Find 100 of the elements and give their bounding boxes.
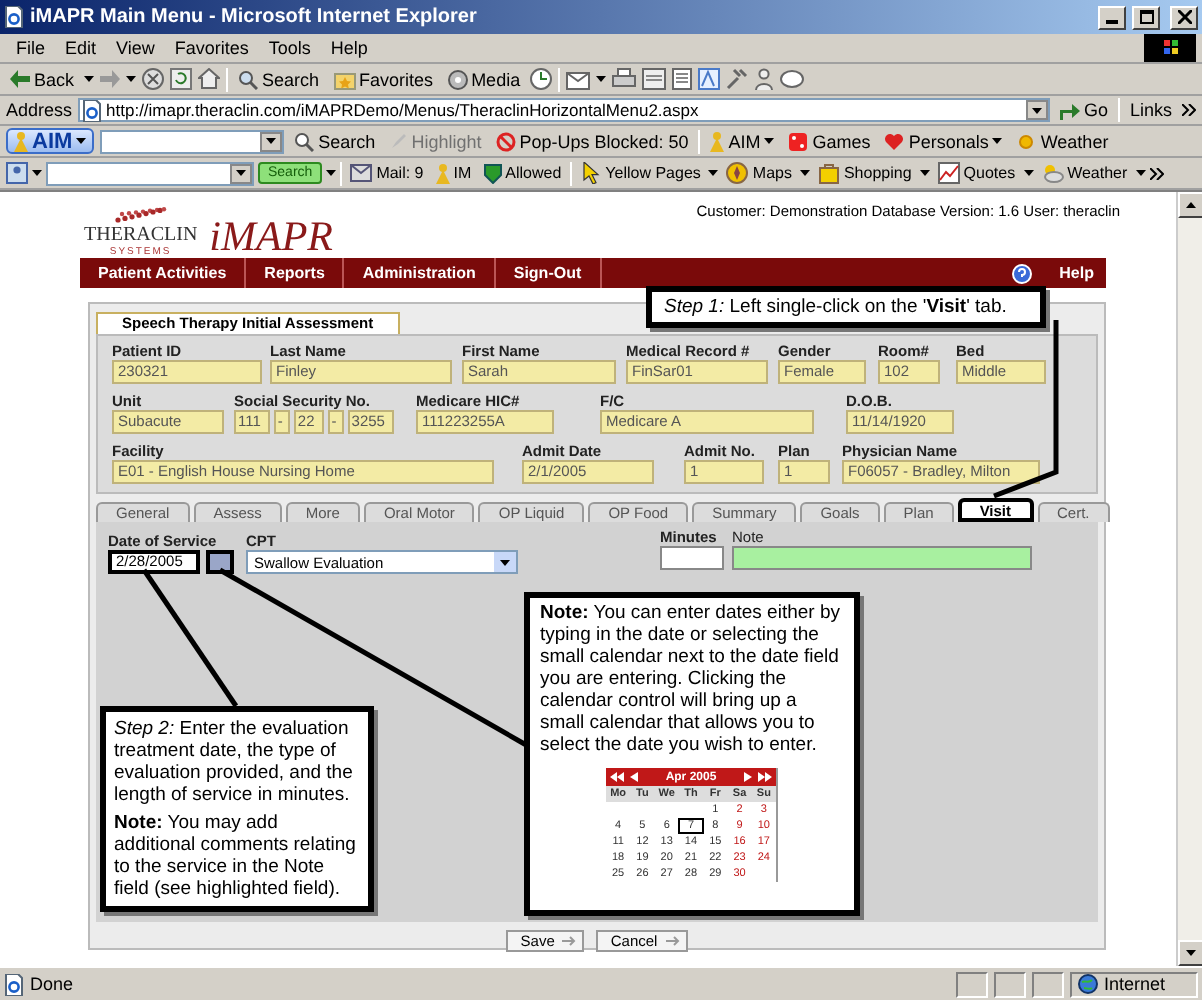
nav-menu-item[interactable]: Reports	[246, 258, 345, 288]
home-icon[interactable]	[198, 68, 221, 90]
im-button[interactable]: IM	[431, 163, 476, 183]
messenger-icon[interactable]	[754, 68, 775, 90]
allowed-button[interactable]: Allowed	[479, 163, 566, 183]
games-button[interactable]: Games	[784, 131, 875, 151]
menu-item[interactable]: Favorites	[164, 38, 259, 58]
up-arrow-icon	[1186, 202, 1196, 208]
dropdown-caret-icon[interactable]	[799, 170, 810, 176]
back-arrow-icon	[10, 70, 30, 88]
aim-menu-button[interactable]: AIM	[706, 131, 779, 151]
arrow-icon	[665, 936, 680, 946]
status-pane	[1032, 971, 1064, 997]
dropdown-caret-icon[interactable]	[708, 170, 719, 176]
dropdown-caret-icon	[500, 559, 510, 565]
double-left-arrow-icon[interactable]	[610, 772, 624, 782]
logo-brand: THERACLIN	[84, 226, 198, 246]
refresh-icon[interactable]	[170, 68, 193, 90]
bag-icon	[817, 162, 840, 184]
dropdown-caret-icon[interactable]	[1023, 170, 1034, 176]
nav-menu-item[interactable]: Administration	[344, 258, 496, 288]
dropdown-caret-icon	[764, 138, 775, 144]
calendar-button[interactable]	[206, 550, 234, 574]
right-arrow-icon[interactable]	[743, 772, 752, 782]
search-button[interactable]: Search	[290, 131, 380, 151]
minimize-button[interactable]	[1098, 5, 1126, 29]
maximize-icon	[1139, 10, 1153, 24]
logo-dots-icon	[112, 206, 169, 226]
menu-item[interactable]: Edit	[55, 38, 107, 58]
weather-button[interactable]: Weather	[1037, 162, 1132, 184]
aim-logo-icon[interactable]	[6, 162, 28, 184]
help-link[interactable]: Help	[1059, 264, 1094, 282]
status-pane	[956, 971, 988, 997]
person-icon	[710, 131, 725, 151]
dropdown-caret-icon[interactable]	[1135, 170, 1146, 176]
aim-button[interactable]: AIM	[6, 128, 95, 154]
dropdown-caret-icon[interactable]	[32, 170, 42, 176]
menu-item[interactable]: Tools	[258, 38, 321, 58]
directory-button[interactable]: Yellow Pages	[575, 162, 705, 184]
minutes-field[interactable]	[660, 546, 724, 570]
mail-icon[interactable]	[566, 69, 591, 89]
quotes-button[interactable]: Quotes	[933, 162, 1020, 184]
person-icon	[14, 131, 28, 151]
help-icon[interactable]	[1011, 263, 1032, 283]
dropdown-caret-icon[interactable]	[326, 170, 337, 176]
print-icon[interactable]	[612, 68, 637, 90]
note-field[interactable]	[732, 546, 1032, 570]
menu-item[interactable]: View	[106, 38, 165, 58]
search-button[interactable]: Search	[234, 69, 324, 89]
links-button[interactable]: Links	[1125, 100, 1176, 120]
dropdown-caret-icon[interactable]	[126, 76, 137, 82]
dropdown-caret-icon	[1031, 107, 1042, 113]
double-right-arrow-icon[interactable]	[757, 772, 772, 782]
cloud-icon	[1041, 162, 1064, 184]
dropdown-caret-icon	[236, 170, 246, 176]
back-button[interactable]: Back	[6, 69, 79, 89]
scroll-down-button[interactable]	[1178, 940, 1202, 966]
left-arrow-icon[interactable]	[630, 772, 638, 782]
nav-menu-item[interactable]: Sign-Out	[495, 258, 602, 288]
search-combo-field[interactable]	[46, 161, 254, 185]
document-icon[interactable]	[672, 68, 693, 90]
nav-menu-item[interactable]: Patient Activities	[80, 258, 247, 288]
scroll-up-button[interactable]	[1178, 192, 1202, 218]
cursor-icon	[579, 162, 602, 184]
shopping-button[interactable]: Shopping	[813, 162, 916, 184]
down-arrow-icon	[1186, 950, 1196, 956]
menu-item[interactable]: File	[6, 38, 56, 58]
go-arrow-icon	[1059, 101, 1080, 119]
maximize-button[interactable]	[1132, 5, 1160, 29]
menu-item[interactable]: Help	[320, 38, 378, 58]
weather-button[interactable]: Weather	[1012, 131, 1113, 151]
personals-button[interactable]: Personals	[880, 131, 1007, 151]
history-icon[interactable]	[530, 68, 553, 90]
popup-blocker-button[interactable]: Pop-Ups Blocked: 50	[491, 131, 693, 151]
dropdown-caret-icon	[76, 138, 87, 144]
callout-text: Note: You can enter dates either by typing in the date or selecting the small calendar next to the date field you are entering. Clicking the calendar control will bring up a small calendar that allows you to select the date you wish to enter.	[540, 602, 840, 756]
dropdown-caret-icon[interactable]	[919, 170, 930, 176]
media-button[interactable]: Media	[443, 69, 525, 89]
dropdown-caret-icon	[266, 138, 277, 144]
step-callout: Step 1: Left single-click on the 'Visit' tab.	[646, 286, 1046, 328]
close-button[interactable]	[1170, 5, 1198, 29]
favorites-button[interactable]: Favorites	[329, 69, 438, 89]
callout-text: Step 2: Enter the evaluation treatment date, the type of evaluation provided, and the length of service in minutes.	[114, 718, 355, 806]
address-label: Address	[6, 100, 73, 120]
address-field[interactable]: http://imapr.theraclin.com/iMAPRDemo/Menus/TheraclinHorizontalMenu2.aspx	[78, 98, 1050, 122]
page-edit-icon[interactable]	[642, 68, 667, 90]
maps-button[interactable]: Maps	[722, 162, 796, 184]
chevron-icon[interactable]	[1149, 167, 1164, 179]
go-button[interactable]: Go	[1055, 100, 1112, 120]
stop-icon[interactable]	[142, 68, 165, 90]
speech-bubble-icon[interactable]	[780, 69, 805, 89]
dice-icon	[788, 131, 809, 151]
dropdown-caret-icon[interactable]	[596, 76, 607, 82]
search-combo-field[interactable]	[100, 129, 285, 153]
chevron-icon[interactable]	[1182, 104, 1196, 116]
tools-icon[interactable]	[726, 68, 749, 90]
dropdown-caret-icon[interactable]	[84, 76, 95, 82]
research-icon[interactable]	[698, 68, 721, 90]
mail-button[interactable]: Mail: 9	[346, 164, 428, 182]
search-icon	[294, 131, 315, 151]
